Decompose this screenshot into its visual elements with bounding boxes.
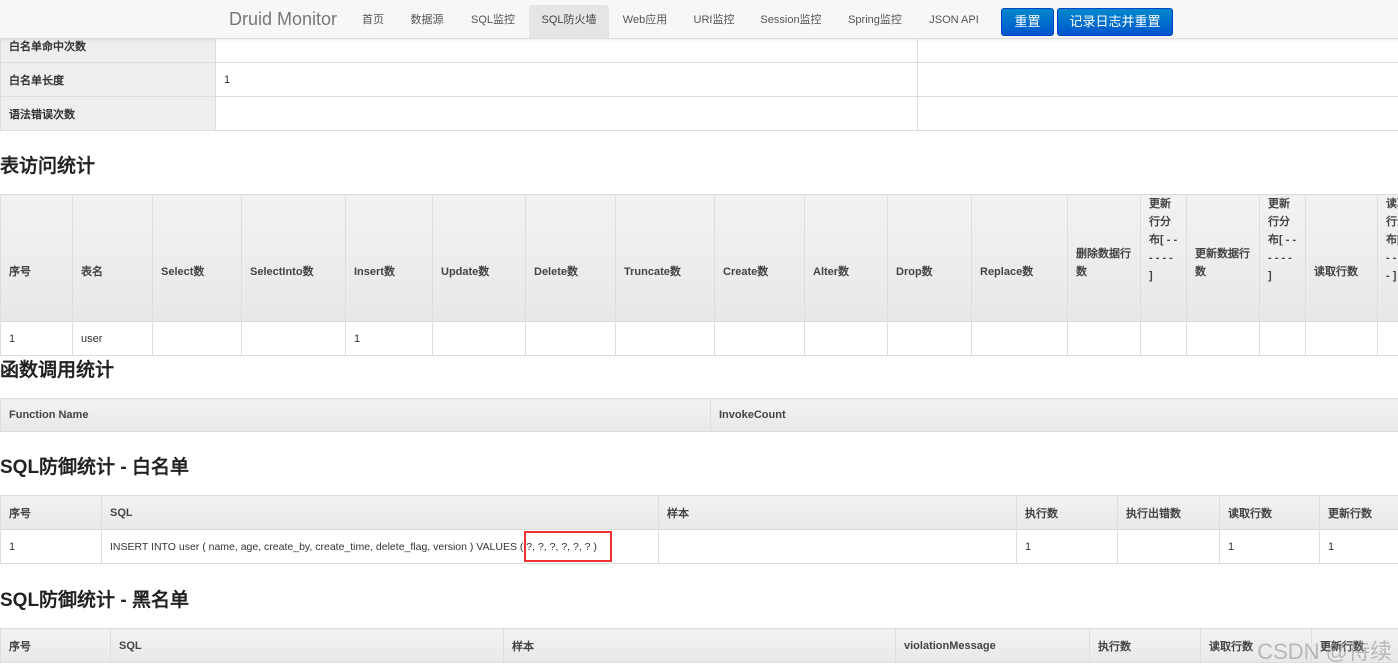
cell <box>1186 321 1260 356</box>
col-header[interactable]: 执行数 <box>1089 628 1201 663</box>
stat-label: 语法错误次数 <box>0 96 216 131</box>
cell <box>887 321 972 356</box>
col-header[interactable]: Function Name <box>0 398 711 432</box>
col-header[interactable]: 执行出错数 <box>1117 495 1220 530</box>
cell: 1 <box>1219 529 1320 564</box>
col-header[interactable]: 更新行分布[ - - - - - - ] <box>1140 194 1187 322</box>
cell: user <box>72 321 153 356</box>
col-header[interactable]: Update数 <box>432 194 526 322</box>
cell <box>615 321 715 356</box>
stat-value: 1 <box>215 62 918 97</box>
function-stats-table: Function Name InvokeCount <box>0 398 1398 432</box>
table-access-title: 表访问统计 <box>0 156 96 177</box>
reset-button[interactable]: 重置 <box>1001 8 1054 36</box>
sql-blacklist-header-row: 序号 SQL 样本 violationMessage 执行数 读取行数 更新行数 <box>0 628 1398 663</box>
col-header[interactable]: 更新行数 <box>1319 495 1398 530</box>
col-header[interactable]: Select数 <box>152 194 242 322</box>
stat-label: 白名单长度 <box>0 62 216 97</box>
csdn-watermark: CSDN @待续 <box>1257 639 1392 664</box>
stat-extra <box>917 96 1398 131</box>
cell <box>1305 321 1378 356</box>
cell: 1 <box>1319 529 1398 564</box>
table-row: 1 user 1 <box>0 321 1398 356</box>
stat-value <box>215 96 918 131</box>
cell <box>1377 321 1398 356</box>
col-header[interactable]: Create数 <box>714 194 805 322</box>
col-header[interactable]: 序号 <box>0 495 102 530</box>
col-header[interactable]: SQL <box>110 628 504 663</box>
stat-row: 白名单长度 1 <box>0 62 1398 97</box>
cell <box>714 321 805 356</box>
brand-title[interactable]: Druid Monitor <box>229 9 337 30</box>
col-header[interactable]: 样本 <box>658 495 1017 530</box>
col-header[interactable]: 执行数 <box>1016 495 1118 530</box>
cell <box>658 529 1017 564</box>
nav-web-app[interactable]: Web应用 <box>616 5 674 38</box>
col-header[interactable]: SelectInto数 <box>241 194 346 322</box>
cell <box>1117 529 1220 564</box>
cell <box>1259 321 1306 356</box>
col-header[interactable]: 读取行分布[ - - - - - - ] <box>1377 194 1398 322</box>
table-access-table: 序号 表名 Select数 SelectInto数 Insert数 Update… <box>0 194 1398 356</box>
nav-uri-monitor[interactable]: URI监控 <box>686 5 742 38</box>
nav-sql-firewall[interactable]: SQL防火墙 <box>529 5 609 38</box>
col-header[interactable]: 样本 <box>503 628 896 663</box>
stat-extra <box>917 62 1398 97</box>
col-header[interactable]: 序号 <box>0 628 111 663</box>
cell <box>241 321 346 356</box>
log-and-reset-button[interactable]: 记录日志并重置 <box>1057 8 1173 36</box>
nav-spring-monitor[interactable]: Spring监控 <box>841 5 909 38</box>
col-header[interactable]: Replace数 <box>971 194 1068 322</box>
sql-whitelist-header-row: 序号 SQL 样本 执行数 执行出错数 读取行数 更新行数 <box>0 495 1398 530</box>
col-header[interactable]: 更新行分布[ - - - - - - ] <box>1259 194 1306 322</box>
cell: 1 <box>0 529 102 564</box>
col-header[interactable]: SQL <box>101 495 659 530</box>
col-header[interactable]: Alter数 <box>804 194 888 322</box>
col-header[interactable]: 更新数据行数 <box>1186 194 1260 322</box>
col-header[interactable]: 读取行数 <box>1219 495 1320 530</box>
function-stats-title: 函数调用统计 <box>0 360 115 381</box>
cell <box>432 321 526 356</box>
nav-home[interactable]: 首页 <box>352 5 394 38</box>
table-access-header-row: 序号 表名 Select数 SelectInto数 Insert数 Update… <box>0 194 1398 322</box>
cell <box>1140 321 1187 356</box>
sql-blacklist-title: SQL防御统计 - 黑名单 <box>0 590 189 611</box>
nav-sql-monitor[interactable]: SQL监控 <box>462 5 524 38</box>
col-header[interactable]: 读取行数 <box>1305 194 1378 322</box>
col-header[interactable]: Insert数 <box>345 194 433 322</box>
top-navbar: Druid Monitor 首页 数据源 SQL监控 SQL防火墙 Web应用 … <box>0 0 1398 39</box>
col-header[interactable]: Drop数 <box>887 194 972 322</box>
whitelist-stats-table: 白名单命中次数 白名单长度 1 语法错误次数 <box>0 28 1398 131</box>
cell <box>1067 321 1141 356</box>
nav-datasource[interactable]: 数据源 <box>403 5 451 38</box>
cell: 1 <box>345 321 433 356</box>
cell: 1 <box>1016 529 1118 564</box>
nav-session-monitor[interactable]: Session监控 <box>754 5 828 38</box>
cell <box>525 321 616 356</box>
highlight-annotation-box <box>524 531 612 562</box>
col-header[interactable]: 表名 <box>72 194 153 322</box>
col-header[interactable]: Truncate数 <box>615 194 715 322</box>
sql-blacklist-table: 序号 SQL 样本 violationMessage 执行数 读取行数 更新行数 <box>0 628 1398 663</box>
sql-whitelist-title: SQL防御统计 - 白名单 <box>0 457 189 478</box>
col-header[interactable]: 删除数据行数 <box>1067 194 1141 322</box>
table-row: 1 INSERT INTO user ( name, age, create_b… <box>0 529 1398 564</box>
col-header[interactable]: InvokeCount <box>710 398 1398 432</box>
nav-json-api[interactable]: JSON API <box>922 5 986 38</box>
col-header[interactable]: Delete数 <box>525 194 616 322</box>
cell <box>152 321 242 356</box>
cell: 1 <box>0 321 73 356</box>
cell <box>971 321 1068 356</box>
cell <box>804 321 888 356</box>
col-header[interactable]: 序号 <box>0 194 73 322</box>
stat-row: 语法错误次数 <box>0 96 1398 131</box>
sql-whitelist-table: 序号 SQL 样本 执行数 执行出错数 读取行数 更新行数 1 INSERT I… <box>0 495 1398 564</box>
function-stats-header-row: Function Name InvokeCount <box>0 398 1398 432</box>
col-header[interactable]: violationMessage <box>895 628 1090 663</box>
